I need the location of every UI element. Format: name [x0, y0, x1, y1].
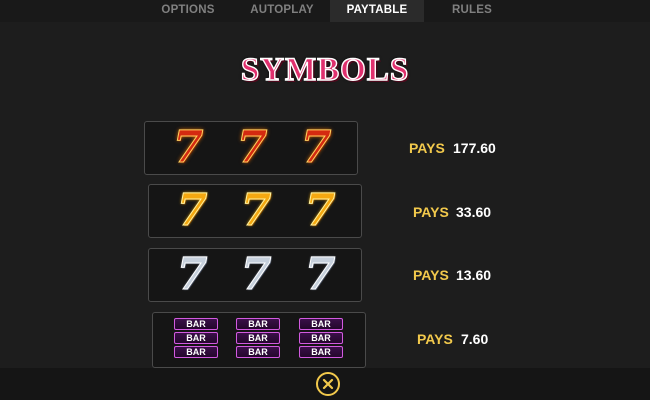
pays-label: PAYS	[409, 140, 445, 156]
tab-bar: OPTIONS AUTOPLAY PAYTABLE RULES	[0, 0, 650, 22]
tab-rules[interactable]: RULES	[434, 0, 510, 22]
silver-seven-icon: 7	[240, 249, 272, 300]
close-icon	[322, 378, 334, 390]
bar-plate: BAR	[174, 318, 218, 330]
gold-seven-icon: 7	[240, 185, 272, 236]
silver-seven-icon: 7	[176, 249, 208, 300]
pays-label: PAYS	[413, 267, 449, 283]
pays-value: 7.60	[461, 331, 489, 347]
silver-seven-icon: 7	[304, 249, 336, 300]
triple-bar-icon: BAR BAR BAR	[236, 317, 280, 363]
bar-plate: BAR	[174, 332, 218, 344]
gold-seven-icon: 7	[176, 185, 208, 236]
bar-plate: BAR	[174, 346, 218, 358]
pays-label: PAYS	[413, 204, 449, 220]
red-seven-icon: 7	[236, 122, 268, 173]
pays-value: 33.60	[456, 204, 492, 220]
close-button[interactable]	[316, 372, 340, 396]
page-title: SYMBOLS	[240, 51, 410, 88]
pays-label: PAYS	[417, 331, 453, 347]
bar-plate: BAR	[299, 346, 343, 358]
tab-autoplay[interactable]: AUTOPLAY	[236, 0, 328, 22]
tab-paytable[interactable]: PAYTABLE	[330, 0, 424, 22]
triple-bar-icon: BAR BAR BAR	[174, 317, 218, 363]
red-seven-icon: 7	[300, 122, 332, 173]
bar-plate: BAR	[299, 332, 343, 344]
bar-plate: BAR	[236, 332, 280, 344]
symbol-box-triple-bars: BAR BAR BAR BAR BAR BAR BAR BAR BAR	[152, 312, 366, 368]
pays-value: 177.60	[453, 140, 496, 156]
triple-bar-icon: BAR BAR BAR	[299, 317, 343, 363]
bar-plate: BAR	[236, 318, 280, 330]
gold-seven-icon: 7	[304, 185, 336, 236]
bar-plate: BAR	[236, 346, 280, 358]
bar-plate: BAR	[299, 318, 343, 330]
red-seven-icon: 7	[172, 122, 204, 173]
symbol-box-gold-sevens: 7 7 7	[148, 184, 362, 238]
tab-options[interactable]: OPTIONS	[150, 0, 226, 22]
symbol-box-silver-sevens: 7 7 7	[148, 248, 362, 302]
pays-value: 13.60	[456, 267, 492, 283]
symbol-box-red-sevens: 7 7 7	[144, 121, 358, 175]
